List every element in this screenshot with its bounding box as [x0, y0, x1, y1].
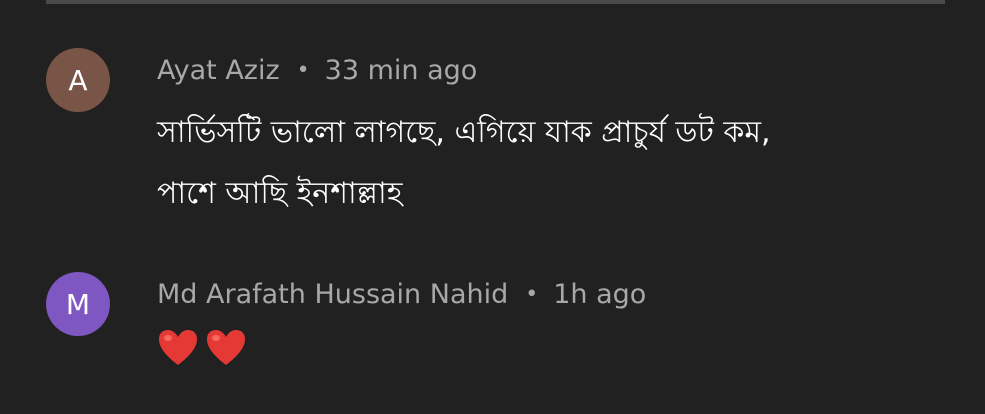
comment-text-line: পাশে আছি ইনশাল্লাহ	[157, 176, 403, 211]
comment-time: 1h ago	[553, 278, 647, 310]
separator-dot: •	[525, 281, 539, 307]
separator-dot: •	[296, 57, 310, 83]
top-divider	[46, 0, 945, 4]
avatar[interactable]: A	[46, 48, 110, 112]
heart-emoji-icon	[159, 330, 197, 365]
comment-time: 33 min ago	[324, 54, 478, 86]
comment-text: সার্ভিসটি ভালো লাগছে, এগিয়ে যাক প্রাচুর…	[157, 102, 955, 224]
comment-body: Ayat Aziz • 33 min ago সার্ভিসটি ভালো লা…	[157, 50, 955, 224]
comment-text-line: সার্ভিসটি ভালো লাগছে, এগিয়ে যাক প্রাচুর…	[157, 115, 771, 150]
comment-text	[157, 326, 955, 370]
author-name[interactable]: Md Arafath Hussain Nahid	[157, 279, 508, 310]
author-name[interactable]: Ayat Aziz	[157, 55, 280, 86]
comment-meta: Ayat Aziz • 33 min ago	[157, 50, 955, 90]
comment-meta: Md Arafath Hussain Nahid • 1h ago	[157, 274, 955, 314]
heart-emoji-icon	[207, 330, 245, 365]
comment-body: Md Arafath Hussain Nahid • 1h ago	[157, 274, 955, 370]
avatar[interactable]: M	[46, 272, 110, 336]
